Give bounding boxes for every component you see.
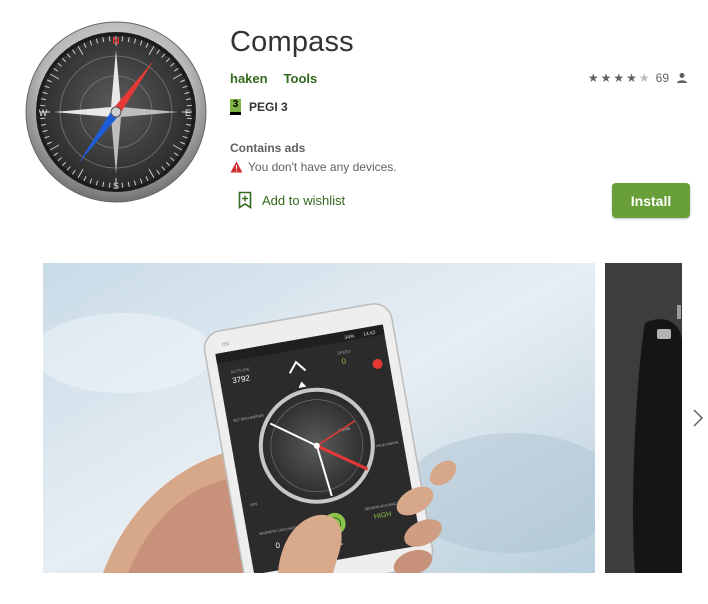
rating-summary: ★ ★ ★ ★ ★ 69: [588, 71, 688, 85]
compass-east-letter: E: [185, 108, 191, 118]
bookmark-add-icon: [238, 191, 252, 209]
device-warning-text: You don't have any devices.: [248, 160, 397, 174]
star-icon: ★: [626, 71, 637, 85]
star-icon: ★: [613, 71, 625, 85]
compass-north-letter: N: [112, 36, 119, 47]
screenshot-2[interactable]: [605, 263, 682, 573]
app-title: Compass: [230, 26, 354, 58]
app-detail-page: N E S W Compass haken Tools ★ ★ ★ ★ ★ 69…: [0, 0, 708, 604]
wishlist-label: Add to wishlist: [262, 192, 346, 208]
pegi-badge-icon: 3: [230, 99, 241, 115]
star-icon: ★: [587, 71, 599, 85]
add-to-wishlist-button[interactable]: Add to wishlist: [238, 191, 345, 209]
category-link[interactable]: Tools: [284, 71, 318, 86]
warning-triangle-icon: [230, 161, 243, 173]
content-rating[interactable]: 3 PEGI 3: [230, 99, 288, 115]
device-warning: You don't have any devices.: [230, 160, 397, 174]
contains-ads-label: Contains ads: [230, 141, 306, 155]
chevron-right-icon[interactable]: [690, 404, 706, 432]
person-icon: [677, 73, 687, 83]
compass-west-letter: W: [39, 108, 48, 118]
compass-south-letter: S: [113, 181, 119, 191]
star-icon: ★: [600, 71, 612, 85]
pegi-label: PEGI 3: [249, 100, 288, 114]
app-icon-compass: N E S W: [25, 21, 207, 203]
rating-count: 69: [655, 71, 669, 85]
install-button[interactable]: Install: [612, 183, 690, 218]
app-meta: haken Tools: [230, 71, 317, 86]
developer-link[interactable]: haken: [230, 71, 268, 86]
star-empty-icon: ★: [638, 71, 650, 85]
screenshot-1[interactable]: mi 34% 14:42 ALTITUDE 3792 SPEED 0 SET D…: [43, 263, 595, 573]
